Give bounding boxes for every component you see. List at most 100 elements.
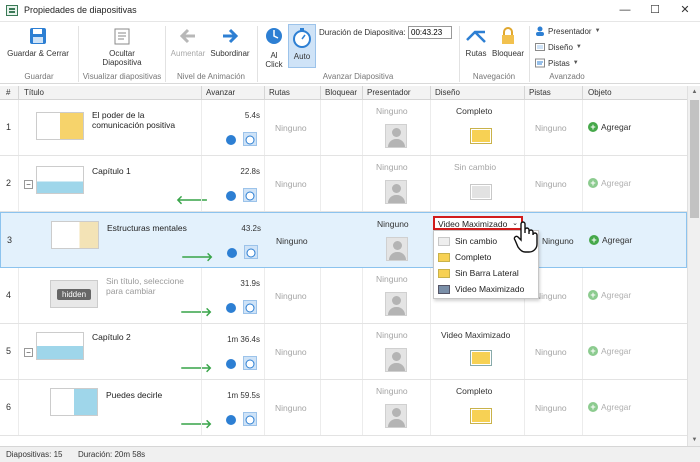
hide-slide-button[interactable]: Ocultar Diapositiva: [92, 26, 152, 67]
hand-cursor-icon: [513, 221, 538, 253]
advance-cell: [202, 156, 265, 211]
maximize-button[interactable]: ☐: [640, 0, 670, 22]
col-header-title[interactable]: Título: [24, 88, 44, 97]
design-menu[interactable]: Diseño ▼: [535, 42, 582, 52]
advance-cell: [202, 268, 265, 323]
col-header-design[interactable]: Diseño: [435, 88, 460, 97]
lock-button[interactable]: Bloquear: [490, 26, 526, 58]
col-separator: [524, 86, 525, 100]
add-object-button[interactable]: + Agregar: [588, 178, 631, 188]
group-adv-slide-label: Avanzar Diapositiva: [322, 72, 394, 81]
add-object-button[interactable]: + Agregar: [589, 235, 632, 245]
lock-cell[interactable]: [321, 268, 363, 323]
lock-cell[interactable]: [321, 324, 363, 379]
plus-icon: +: [588, 122, 598, 132]
presenter-menu[interactable]: Presentador ▼: [535, 26, 601, 36]
status-bar: Diapositivas: 15 Duración: 20m 58s: [0, 446, 700, 462]
dropdown-option-sin-cambio[interactable]: Sin cambio: [438, 234, 497, 248]
chevron-down-icon: ▼: [594, 28, 601, 34]
title-cell: [19, 380, 202, 435]
clock-click-icon: [266, 28, 282, 44]
add-object-label: Agregar: [601, 346, 632, 356]
group-navigation-label: Navegación: [472, 72, 516, 81]
col-header-routes[interactable]: Rutas: [269, 88, 290, 97]
clock-click-icon[interactable]: [225, 246, 239, 260]
arrow-right-icon: [223, 28, 239, 44]
dropdown-option-sin-barra-lateral[interactable]: Sin Barra Lateral: [438, 266, 519, 280]
col-header-object[interactable]: Objeto: [588, 88, 612, 97]
routes-cell: [265, 268, 321, 323]
col-header-presenter[interactable]: Presentador: [367, 88, 411, 97]
option-label: Completo: [455, 252, 492, 262]
ribbon: Guardar & Cerrar Guardar Ocultar Diaposi…: [0, 22, 700, 84]
routes-icon: [466, 30, 486, 43]
chevron-down-icon: ▼: [572, 60, 579, 66]
add-object-label: Agregar: [601, 122, 632, 132]
add-object-label: Agregar: [601, 290, 632, 300]
save-close-button[interactable]: Guardar & Cerrar: [6, 26, 70, 58]
lock-cell[interactable]: [321, 380, 363, 435]
col-separator: [582, 86, 583, 100]
auto-label: Auto: [293, 52, 311, 61]
demote-arrow-icon[interactable]: 🡒: [181, 249, 213, 264]
design-select-value: Video Maximizado: [438, 219, 508, 229]
tracks-icon: [535, 58, 545, 68]
vertical-scrollbar[interactable]: ▲ ▼: [687, 86, 700, 446]
add-object-button[interactable]: + Agregar: [588, 122, 631, 132]
demote-button[interactable]: Subordinar: [208, 26, 252, 58]
group-slide-view-label: Visualizar diapositivas: [82, 72, 162, 81]
add-object-button[interactable]: + Agregar: [588, 346, 631, 356]
routes-cell: [265, 380, 321, 435]
on-click-label: Al Click: [265, 51, 283, 69]
scrollbar-thumb[interactable]: [690, 100, 699, 218]
hide-slide-icon: [114, 28, 130, 45]
tracks-menu[interactable]: Pistas ▼: [535, 58, 579, 68]
col-separator: [362, 86, 363, 100]
table-row[interactable]: 4 hidden Sin título, seleccione para cam…: [0, 268, 687, 324]
plus-icon: +: [589, 235, 599, 245]
lock-cell[interactable]: [321, 100, 363, 155]
design-cell: [431, 380, 525, 435]
dropdown-option-completo[interactable]: Completo: [438, 250, 491, 264]
presenter-cell: [363, 268, 431, 323]
dropdown-option-video-maximizado[interactable]: Video Maximizado: [438, 282, 524, 296]
presenter-value[interactable]: Ninguno: [377, 219, 409, 229]
on-click-button[interactable]: Al Click: [262, 26, 286, 69]
save-icon: [30, 28, 46, 44]
tracks-value[interactable]: Ninguno: [542, 236, 574, 246]
design-select[interactable]: Video Maximizado ⌄: [433, 216, 523, 230]
duration-input[interactable]: [408, 26, 452, 39]
chevron-down-icon: ▼: [575, 44, 582, 50]
routes-value[interactable]: Ninguno: [276, 236, 308, 246]
increase-button[interactable]: Aumentar: [168, 26, 208, 58]
minimize-button[interactable]: —: [610, 0, 640, 22]
table-row[interactable]: 1 El poder de la comunicación positiva 5…: [0, 100, 687, 156]
slide-thumbnail[interactable]: [51, 221, 99, 249]
table-row[interactable]: 6 Puedes decirle 🡒 1m 59.5s Ninguno Ning…: [0, 380, 687, 436]
table-row[interactable]: 2 − Capítulo 1 🡐 22.8s Ninguno Ninguno S…: [0, 156, 687, 212]
auto-button[interactable]: Auto: [288, 24, 316, 68]
col-header-advance[interactable]: Avanzar: [206, 88, 235, 97]
lock-cell[interactable]: [321, 156, 363, 211]
title-cell: [19, 100, 202, 155]
table-row-selected[interactable]: 3 Estructuras mentales 🡒 43.2s Ninguno N…: [0, 212, 687, 268]
col-header-tracks[interactable]: Pistas: [529, 88, 551, 97]
stopwatch-icon[interactable]: [244, 245, 258, 259]
presenter-cell: [363, 324, 431, 379]
scroll-up-icon[interactable]: ▲: [688, 86, 700, 98]
advance-time: 43.2s: [241, 224, 261, 233]
num-cell: [0, 380, 19, 435]
design-label: Diseño: [548, 42, 573, 52]
col-header-lock[interactable]: Bloquear: [325, 88, 357, 97]
option-label: Video Maximizado: [455, 284, 525, 294]
table-row[interactable]: 5 − Capítulo 2 🡒 1m 36.4s Ninguno Ningun…: [0, 324, 687, 380]
title-cell: [19, 324, 202, 379]
scroll-down-icon[interactable]: ▼: [688, 434, 700, 446]
add-object-button[interactable]: + Agregar: [588, 402, 631, 412]
close-button[interactable]: ✕: [670, 0, 700, 22]
add-object-button[interactable]: + Agregar: [588, 290, 631, 300]
routes-button[interactable]: Rutas: [463, 26, 489, 58]
col-header-num[interactable]: #: [6, 88, 10, 97]
slide-title[interactable]: Estructuras mentales: [107, 223, 197, 233]
design-icon: [535, 43, 545, 51]
